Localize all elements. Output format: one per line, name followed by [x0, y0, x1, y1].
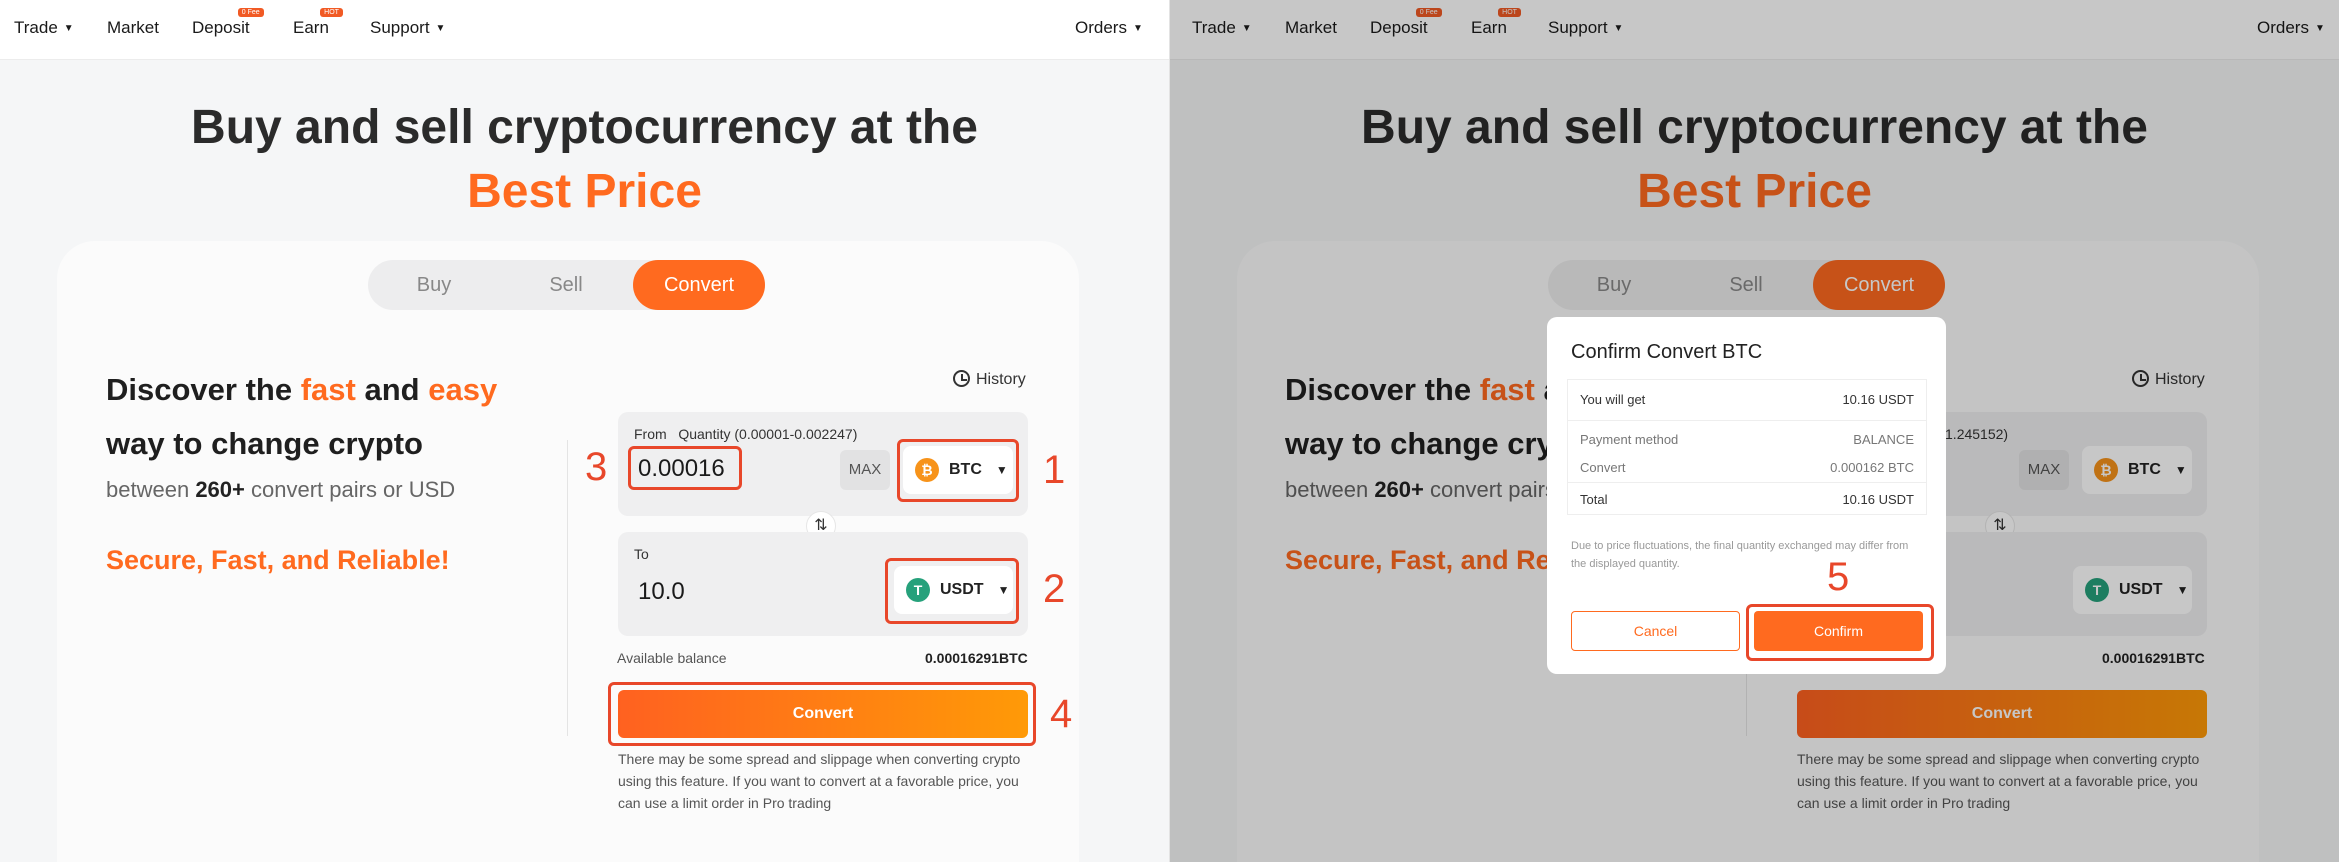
highlight-confirm: [1746, 604, 1934, 661]
chevron-down-icon: ▼: [1132, 23, 1143, 34]
convert-note: There may be some spread and slippage wh…: [618, 751, 1021, 811]
highlight-from-coin: [897, 439, 1019, 502]
nav-orders[interactable]: Orders ▼: [1075, 18, 1143, 38]
modal-summary-table: You will get 10.16 USDT Payment method BAL…: [1567, 379, 1927, 515]
tab-convert[interactable]: Convert: [633, 260, 765, 310]
max-button[interactable]: MAX: [840, 450, 890, 490]
right-panel: Trade ▼ Market Deposit 0 Fee Earn HOT Suppo…: [1170, 0, 2339, 862]
marketing-pairs: between 260+ convert pairs or USD: [106, 477, 456, 502]
marketing-line-1: Discover the fast and easy: [106, 372, 498, 407]
modal-title: Confirm Convert BTC: [1571, 341, 1763, 363]
nav-deposit[interactable]: Deposit 0 Fee: [192, 8, 264, 38]
highlight-amount: [628, 446, 742, 490]
step-number-4: 4: [1050, 692, 1073, 736]
comparison-screenshot: Trade ▼ Market Deposit 0 Fee Earn HOT Suppo…: [0, 0, 2342, 862]
hero-title: Buy and sell cryptocurrency at the: [191, 101, 978, 154]
step-number-5: 5: [1827, 555, 1850, 599]
nav-earn[interactable]: Earn HOT: [293, 8, 343, 38]
top-nav: Trade ▼ Market Deposit 0 Fee Earn HOT Suppo…: [0, 0, 1169, 60]
left-panel: Trade ▼ Market Deposit 0 Fee Earn HOT Suppo…: [0, 0, 1169, 862]
row-separator: [1568, 420, 1926, 421]
row-total: Total 10.16 USDT: [1580, 492, 1914, 507]
row-payment-method: Payment method BALANCE: [1580, 432, 1914, 447]
modal-note: Due to price fluctuations, the final qua…: [1571, 540, 1909, 570]
marketing-line-2: way to change crypto: [106, 426, 423, 461]
deposit-badge: 0 Fee: [237, 8, 264, 17]
available-balance-value: 0.00016291BTC: [925, 650, 1028, 666]
trade-tabs: Buy Sell Convert: [368, 260, 765, 310]
history-link[interactable]: History: [953, 370, 1026, 389]
step-number-1: 1: [1043, 448, 1066, 492]
highlight-to-coin: [885, 558, 1019, 624]
to-amount-field[interactable]: 10.0: [638, 578, 685, 606]
nav-trade[interactable]: Trade ▼: [14, 18, 74, 38]
chevron-down-icon: ▼: [435, 23, 446, 34]
step-number-3: 3: [585, 445, 608, 489]
highlight-convert: [608, 682, 1036, 746]
step-number-2: 2: [1043, 567, 1066, 611]
nav-support[interactable]: Support ▼: [370, 18, 445, 38]
earn-badge: HOT: [320, 8, 343, 17]
to-label: To: [634, 546, 649, 562]
nav-market[interactable]: Market: [107, 18, 159, 38]
tab-sell[interactable]: Sell: [500, 260, 632, 310]
clock-icon: [953, 370, 970, 387]
row-convert: Convert 0.000162 BTC: [1580, 460, 1914, 475]
cancel-button[interactable]: Cancel: [1571, 611, 1740, 651]
vertical-divider: [567, 440, 568, 736]
from-label: From Quantity (0.00001-0.002247): [634, 426, 858, 442]
row-you-get: You will get 10.16 USDT: [1580, 392, 1914, 407]
marketing-tagline: Secure, Fast, and Reliable!: [106, 545, 450, 575]
hero-accent: Best Price: [467, 165, 702, 218]
available-balance-label: Available balance: [617, 650, 727, 666]
chevron-down-icon: ▼: [63, 23, 74, 34]
row-separator: [1568, 482, 1926, 483]
tab-buy[interactable]: Buy: [368, 260, 500, 310]
